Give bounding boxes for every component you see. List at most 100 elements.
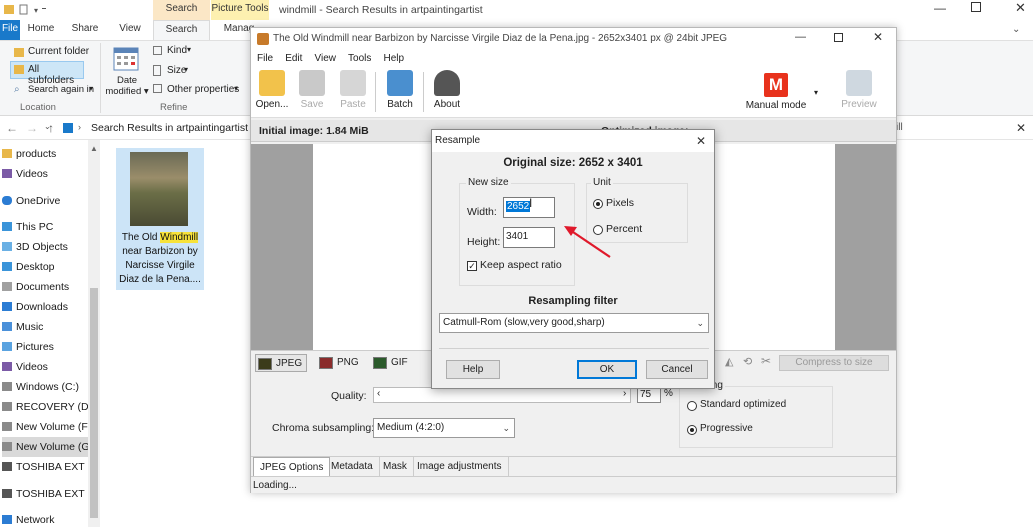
nav-item[interactable]: Documents	[2, 277, 69, 297]
clear-search-icon[interactable]: ✕	[1016, 121, 1026, 135]
nav-item[interactable]: RECOVERY (D:)	[2, 397, 95, 417]
ok-button[interactable]: OK	[577, 360, 637, 379]
about-button[interactable]: About	[429, 70, 465, 110]
desktop-icon	[2, 262, 12, 271]
nav-item[interactable]: Videos	[2, 357, 48, 377]
compress-to-size-button[interactable]: Compress to size	[779, 355, 889, 371]
search-again-dropdown[interactable]: Search again in	[28, 84, 94, 95]
preview-button[interactable]: Preview	[839, 70, 879, 110]
menu-edit[interactable]: Edit	[285, 50, 302, 68]
ribbon-collapse-icon[interactable]: ⌄	[1012, 24, 1020, 35]
nav-item[interactable]: New Volume (F:)	[2, 417, 94, 437]
app-minimize-button[interactable]: —	[795, 31, 806, 43]
tab-image-adjustments[interactable]: Image adjustments	[411, 457, 509, 477]
cancel-button[interactable]: Cancel	[646, 360, 708, 379]
open-label: Open...	[255, 99, 289, 110]
chroma-subsampling-select[interactable]: Medium (4:2:0) ⌄	[373, 418, 515, 438]
keep-aspect-checkbox[interactable]: ✓	[467, 261, 477, 271]
app-maximize-button[interactable]	[834, 33, 843, 42]
search-box-text[interactable]: ill	[896, 122, 903, 133]
standard-optimized-radio[interactable]	[687, 401, 697, 411]
tab-share[interactable]: Share	[68, 20, 102, 40]
manual-mode-button[interactable]: M Manual mode	[743, 73, 809, 111]
pixels-radio[interactable]	[593, 199, 603, 209]
resampling-filter-select[interactable]: Catmull-Rom (slow,very good,sharp) ⌄	[439, 313, 709, 333]
current-folder-button[interactable]: Current folder	[28, 46, 89, 57]
manual-mode-icon: M	[764, 73, 788, 97]
nav-item[interactable]: 3D Objects	[2, 237, 68, 257]
paste-label: Paste	[340, 99, 366, 110]
all-subfolders-button[interactable]: All subfolders	[10, 61, 84, 86]
height-input[interactable]: 3401	[503, 227, 555, 248]
tab-metadata[interactable]: Metadata	[325, 457, 380, 477]
kind-dropdown[interactable]: Kind	[167, 45, 187, 56]
nav-item[interactable]: Downloads	[2, 297, 68, 317]
help-button[interactable]: Help	[446, 360, 500, 379]
new-size-label: New size	[466, 177, 511, 188]
slider-left-icon[interactable]: ‹	[377, 388, 380, 399]
all-subfolders-label: All subfolders	[28, 64, 75, 86]
tab-png[interactable]: PNG	[317, 354, 365, 372]
ribbon-divider	[100, 43, 101, 113]
menu-file[interactable]: File	[257, 50, 273, 68]
file-name-line1: The Old	[121, 232, 161, 243]
scrollbar-thumb[interactable]	[90, 288, 98, 518]
nav-item[interactable]: Pictures	[2, 337, 54, 357]
other-properties-dropdown[interactable]: Other properties	[167, 84, 239, 95]
svg-text:▾: ▾	[34, 6, 38, 15]
chevron-down-icon: ⌄	[502, 423, 510, 433]
app-window-title: The Old Windmill near Barbizon by Narcis…	[273, 33, 728, 44]
resampling-filter-label: Resampling filter	[528, 295, 618, 307]
slider-right-icon[interactable]: ›	[623, 388, 626, 399]
properties-icon	[153, 84, 162, 93]
date-modified-button[interactable]: Date modified ▾	[104, 75, 150, 97]
quick-access-icons[interactable]: ▾	[4, 4, 48, 16]
status-text: Loading...	[253, 480, 297, 491]
rotate-icon[interactable]: ⟲	[743, 355, 752, 368]
flip-icon[interactable]: ◭	[725, 355, 733, 368]
nav-item[interactable]: Windows (C:)	[2, 377, 79, 397]
batch-button[interactable]: Batch	[383, 70, 417, 110]
quality-slider[interactable]: ‹	[373, 387, 631, 403]
tab-gif[interactable]: GIF	[371, 354, 415, 372]
minimize-button[interactable]: —	[934, 1, 946, 15]
app-close-button[interactable]: ✕	[873, 30, 883, 44]
quality-value-field[interactable]: 75	[637, 387, 661, 403]
menu-help[interactable]: Help	[383, 50, 404, 68]
dialog-close-button[interactable]: ✕	[696, 130, 706, 152]
tab-search[interactable]: Search	[153, 20, 210, 40]
nav-item[interactable]: Desktop	[2, 257, 55, 277]
tab-mask[interactable]: Mask	[377, 457, 414, 477]
about-label: About	[433, 99, 461, 110]
save-button[interactable]: Save	[297, 70, 327, 110]
nav-item[interactable]: This PC	[2, 217, 53, 237]
progressive-radio[interactable]	[687, 425, 697, 435]
forward-arrow-icon[interactable]: →	[26, 121, 38, 135]
nav-item[interactable]: OneDrive	[2, 191, 60, 211]
breadcrumb[interactable]: Search Results in artpaintingartist	[91, 122, 248, 134]
nav-item[interactable]: Music	[2, 317, 43, 337]
nav-item[interactable]: Network	[2, 510, 55, 530]
scroll-up-icon[interactable]: ▲	[90, 144, 98, 153]
nav-item[interactable]: products	[2, 144, 56, 164]
menu-view[interactable]: View	[314, 50, 336, 68]
maximize-button[interactable]	[971, 2, 981, 12]
tab-view[interactable]: View	[114, 20, 146, 40]
close-button[interactable]: ✕	[1015, 0, 1026, 16]
dialog-titlebar: Resample ✕	[432, 130, 714, 152]
tab-home[interactable]: Home	[26, 20, 56, 40]
nav-item[interactable]: Videos	[2, 164, 48, 184]
paste-button[interactable]: Paste	[337, 70, 369, 110]
back-arrow-icon[interactable]: ←	[6, 121, 18, 135]
tab-file[interactable]: File	[0, 20, 20, 40]
tab-jpeg[interactable]: JPEG	[255, 354, 307, 372]
open-button[interactable]: Open...	[253, 70, 291, 110]
explorer-window-title: windmill - Search Results in artpainting…	[279, 4, 483, 16]
nav-item[interactable]: New Volume (G:)	[2, 437, 96, 457]
menu-tools[interactable]: Tools	[348, 50, 371, 68]
crop-icon[interactable]: ✂	[761, 354, 771, 368]
chevron-down-icon[interactable]: ▾	[814, 88, 818, 97]
tab-jpeg-options[interactable]: JPEG Options	[253, 457, 331, 477]
nav-scrollbar[interactable]: ▲	[88, 140, 100, 527]
up-arrow-icon[interactable]: ↑	[48, 121, 54, 135]
